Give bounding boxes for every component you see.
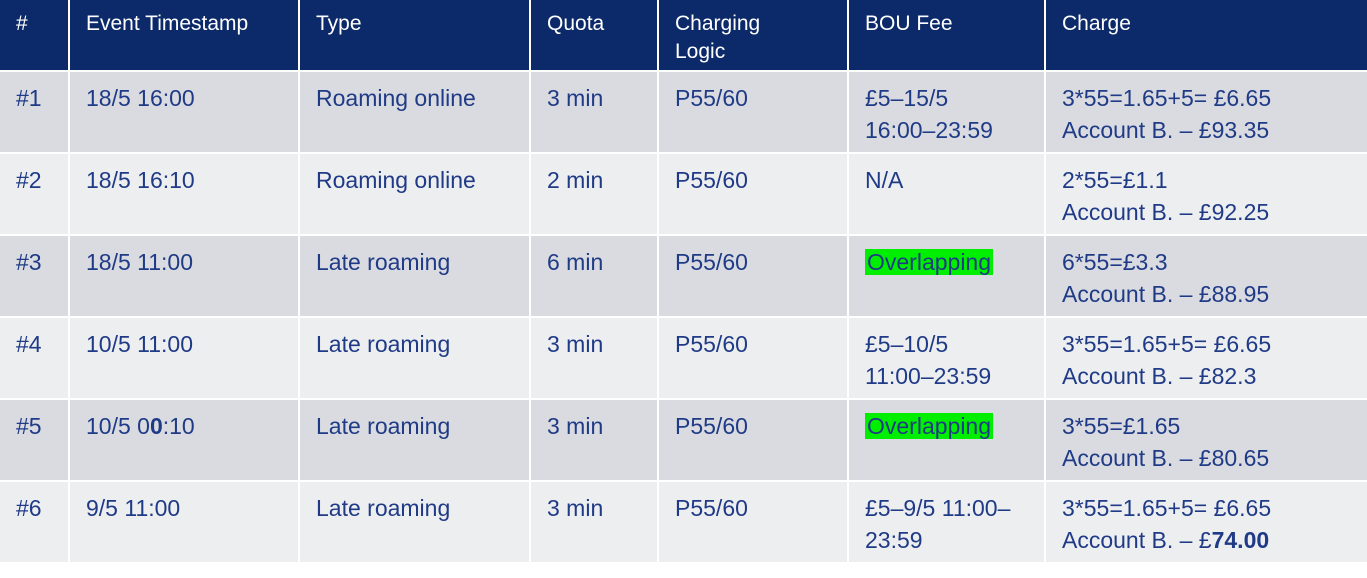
cell-charge-line2: Account B. – £80.65	[1062, 445, 1270, 471]
cell-quota: 2 min	[531, 154, 659, 236]
cell-timestamp-part-a: 10/5 0	[86, 413, 150, 439]
header-timestamp: Event Timestamp	[70, 0, 300, 72]
cell-timestamp: 10/5 00:10	[70, 400, 300, 482]
cell-logic: P55/60	[659, 236, 849, 318]
cell-charge-line1: 3*55=£1.65	[1062, 413, 1181, 439]
cell-charge-line2: Account B. – £88.95	[1062, 281, 1270, 307]
header-row: # Event Timestamp Type Quota Charging Lo…	[0, 0, 1367, 72]
cell-quota: 3 min	[531, 482, 659, 564]
cell-fee-line2: 23:59	[865, 527, 923, 553]
cell-charge-line1: 3*55=1.65+5= £6.65	[1062, 331, 1272, 357]
cell-charge-line2: Account B. – £93.35	[1062, 117, 1270, 143]
cell-fee: Overlapping	[849, 400, 1046, 482]
cell-type: Late roaming	[300, 318, 531, 400]
cell-logic: P55/60	[659, 72, 849, 154]
cell-fee: £5–15/5 16:00–23:59	[849, 72, 1046, 154]
table-row: #2 18/5 16:10 Roaming online 2 min P55/6…	[0, 154, 1367, 236]
cell-charge-line1: 6*55=£3.3	[1062, 249, 1168, 275]
cell-charge-line2: Account B. – £82.3	[1062, 363, 1257, 389]
cell-fee: £5–10/5 11:00–23:59	[849, 318, 1046, 400]
cell-logic: P55/60	[659, 318, 849, 400]
cell-num: #3	[0, 236, 70, 318]
cell-fee-line1: £5–9/5 11:00–	[865, 495, 1011, 521]
cell-charge-line1: 2*55=£1.1	[1062, 167, 1168, 193]
overlapping-highlight: Overlapping	[865, 413, 994, 439]
cell-charge: 3*55=1.65+5= £6.65 Account B. – £93.35	[1046, 72, 1367, 154]
cell-type: Late roaming	[300, 482, 531, 564]
table-row: #6 9/5 11:00 Late roaming 3 min P55/60 £…	[0, 482, 1367, 564]
cell-logic: P55/60	[659, 482, 849, 564]
cell-type: Roaming online	[300, 72, 531, 154]
cell-type: Late roaming	[300, 400, 531, 482]
table-row: #3 18/5 11:00 Late roaming 6 min P55/60 …	[0, 236, 1367, 318]
cell-fee: £5–9/5 11:00– 23:59	[849, 482, 1046, 564]
cell-fee-line1: £5–15/5	[865, 85, 949, 111]
cell-timestamp-part-c: :10	[162, 413, 195, 439]
header-charging-logic-line2: Logic	[675, 40, 726, 63]
cell-charge-line1: 3*55=1.65+5= £6.65	[1062, 85, 1272, 111]
header-type: Type	[300, 0, 531, 72]
cell-logic: P55/60	[659, 154, 849, 236]
cell-charge-line2: Account B. – £74.00	[1062, 524, 1367, 556]
cell-num: #4	[0, 318, 70, 400]
final-balance-value: 74.00	[1211, 527, 1270, 553]
table-row: #4 10/5 11:00 Late roaming 3 min P55/60 …	[0, 318, 1367, 400]
cell-quota: 3 min	[531, 72, 659, 154]
cell-fee: Overlapping	[849, 236, 1046, 318]
cell-quota: 6 min	[531, 236, 659, 318]
table-row: #5 10/5 00:10 Late roaming 3 min P55/60 …	[0, 400, 1367, 482]
header-num: #	[0, 0, 70, 72]
cell-quota: 3 min	[531, 400, 659, 482]
cell-timestamp: 18/5 11:00	[70, 236, 300, 318]
cell-charge: 2*55=£1.1 Account B. – £92.25	[1046, 154, 1367, 236]
cell-charge-line2-prefix: Account B. – £	[1062, 527, 1212, 553]
cell-timestamp: 18/5 16:10	[70, 154, 300, 236]
cell-type: Late roaming	[300, 236, 531, 318]
cell-charge-line1: 3*55=1.65+5= £6.65	[1062, 495, 1272, 521]
cell-charge: 6*55=£3.3 Account B. – £88.95	[1046, 236, 1367, 318]
cell-logic: P55/60	[659, 400, 849, 482]
cell-charge: 3*55=£1.65 Account B. – £80.65	[1046, 400, 1367, 482]
cell-fee-line1: N/A	[865, 167, 904, 193]
cell-fee-line2: 16:00–23:59	[865, 117, 993, 143]
cell-charge-line2: Account B. – £92.25	[1062, 199, 1270, 225]
cell-quota: 3 min	[531, 318, 659, 400]
cell-num: #5	[0, 400, 70, 482]
cell-num: #6	[0, 482, 70, 564]
charging-events-table: # Event Timestamp Type Quota Charging Lo…	[0, 0, 1367, 564]
header-charge: Charge	[1046, 0, 1367, 72]
header-charging-logic-line1: Charging	[675, 12, 761, 35]
cell-fee-line2: 11:00–23:59	[865, 363, 992, 389]
header-quota: Quota	[531, 0, 659, 72]
cell-charge: 3*55=1.65+5= £6.65 Account B. – £82.3	[1046, 318, 1367, 400]
cell-fee: N/A	[849, 154, 1046, 236]
cell-fee-line1: £5–10/5	[865, 331, 949, 357]
header-charging-logic: Charging Logic	[659, 0, 849, 72]
cell-timestamp: 9/5 11:00	[70, 482, 300, 564]
header-bou-fee: BOU Fee	[849, 0, 1046, 72]
cell-type: Roaming online	[300, 154, 531, 236]
cell-charge: 3*55=1.65+5= £6.65 Account B. – £74.00	[1046, 482, 1367, 564]
cell-num: #2	[0, 154, 70, 236]
overlapping-highlight: Overlapping	[865, 249, 994, 275]
cell-timestamp: 18/5 16:00	[70, 72, 300, 154]
table-row: #1 18/5 16:00 Roaming online 3 min P55/6…	[0, 72, 1367, 154]
cell-timestamp: 10/5 11:00	[70, 318, 300, 400]
cell-timestamp-part-bold: 0	[149, 413, 163, 439]
cell-num: #1	[0, 72, 70, 154]
